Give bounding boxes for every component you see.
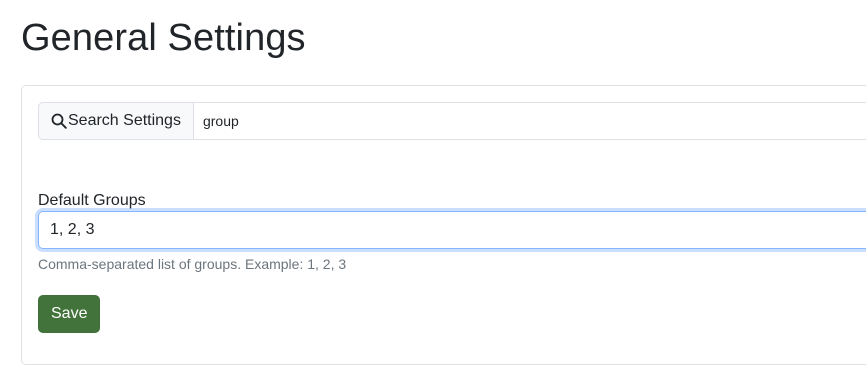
search-settings-button[interactable]: Search Settings bbox=[38, 102, 194, 140]
default-groups-label: Default Groups bbox=[38, 192, 146, 209]
search-icon bbox=[51, 113, 67, 129]
default-groups-help-text: Comma-separated list of groups. Example:… bbox=[38, 256, 347, 272]
save-button[interactable]: Save bbox=[38, 295, 101, 333]
default-groups-field[interactable] bbox=[38, 211, 866, 249]
settings-card: Search Settings Default Groups Comma-sep… bbox=[21, 85, 866, 365]
page-title: General Settings bbox=[21, 17, 306, 59]
search-input-group: Search Settings bbox=[38, 102, 866, 140]
search-settings-label: Search Settings bbox=[68, 112, 181, 129]
search-input[interactable] bbox=[193, 102, 866, 140]
